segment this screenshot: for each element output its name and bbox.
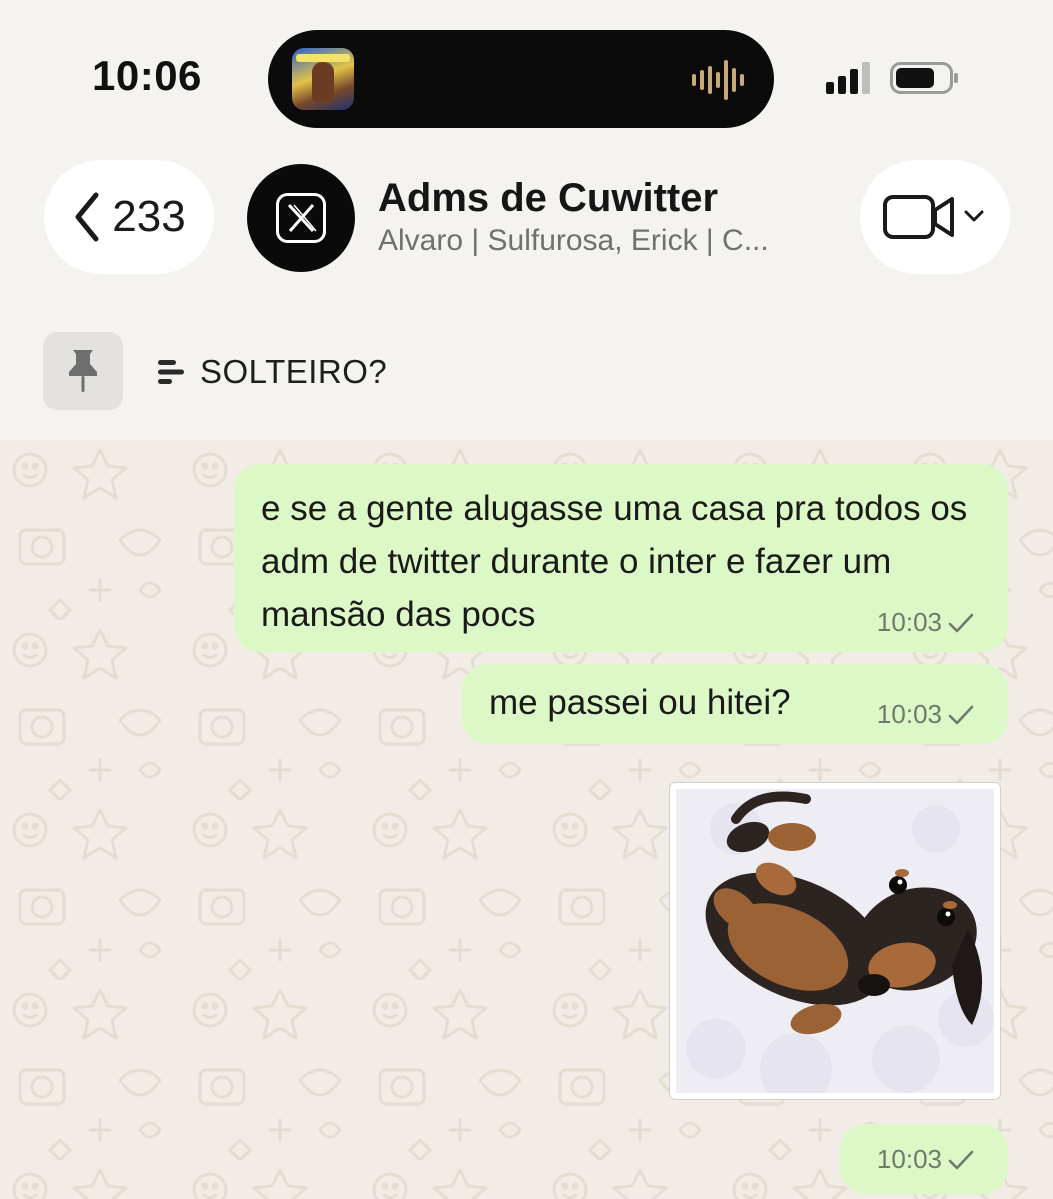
message-text: me passei ou hitei? <box>489 683 791 722</box>
group-members[interactable]: Alvaro | Sulfurosa, Erick | C... <box>378 224 769 258</box>
back-button[interactable]: 233 <box>44 160 214 274</box>
chat-header: 233 Adms de Cuwitter Alvaro | Sulfurosa,… <box>0 140 1053 440</box>
checkmark-icon <box>948 1150 974 1169</box>
dynamic-island[interactable] <box>268 30 774 128</box>
now-playing-artwork[interactable] <box>292 48 354 110</box>
pinned-message-text: SOLTEIRO? <box>200 353 388 390</box>
dachshund-puppy-illustration <box>676 789 994 1093</box>
checkmark-icon <box>948 613 974 632</box>
message-bubble[interactable]: me passei ou hitei? 10:03 <box>462 664 1008 744</box>
video-call-button[interactable] <box>860 160 1010 274</box>
pinned-message[interactable]: SOLTEIRO? <box>158 352 387 392</box>
message-bubble[interactable]: e se a gente alugasse uma casa pra todos… <box>234 464 1008 652</box>
poll-icon <box>158 360 184 384</box>
pinned-message-button[interactable] <box>43 332 123 410</box>
chevron-left-icon <box>75 192 99 242</box>
battery-icon <box>890 62 958 94</box>
chat-area[interactable]: e se a gente alugasse uma casa pra todos… <box>0 440 1053 1199</box>
dog-sticker-image[interactable] <box>669 782 1001 1100</box>
checkmark-icon <box>948 705 974 724</box>
message-time: 10:03 <box>876 699 942 729</box>
message-time-bubble[interactable]: 10:03 <box>840 1124 1008 1194</box>
message-meta: 10:03 <box>877 699 974 730</box>
audio-waveform-icon <box>692 60 744 100</box>
unread-count: 233 <box>112 192 186 241</box>
status-time: 10:06 <box>92 52 202 99</box>
status-bar: 10:06 <box>0 0 1053 140</box>
message-meta: 10:03 <box>877 607 974 638</box>
cellular-signal-icon <box>826 62 870 94</box>
group-name[interactable]: Adms de Cuwitter <box>378 176 718 221</box>
message-time: 10:03 <box>876 607 942 637</box>
pin-icon <box>69 350 97 392</box>
message-meta: 10:03 <box>877 1144 974 1175</box>
group-avatar[interactable] <box>247 164 355 272</box>
x-logo-icon <box>276 193 326 243</box>
message-time: 10:03 <box>876 1144 942 1174</box>
video-camera-icon <box>883 195 984 239</box>
